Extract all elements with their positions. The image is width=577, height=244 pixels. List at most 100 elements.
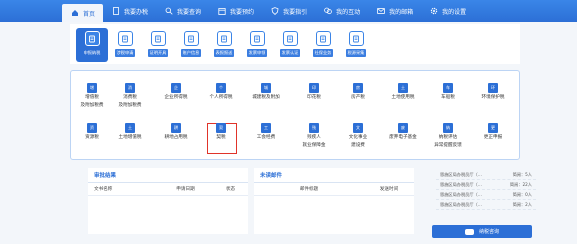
tax-type-label: 环境保护税 <box>481 95 505 100</box>
tab-item[interactable]: 社保业务 <box>307 28 339 62</box>
table-header: 文书名称 申请日期 状态 <box>88 183 248 196</box>
tax-type-icon: 废 <box>398 123 408 133</box>
tab-label: 申报纳税 <box>83 50 101 55</box>
tax-type-item[interactable]: 城城建税及附加 <box>247 83 285 103</box>
tab-icon <box>315 31 331 46</box>
list-item[interactable]: 恩施区局办税员厅（… 简阅：22人 <box>436 180 536 190</box>
nav-item-tax-handling[interactable]: 我要办税 <box>103 0 156 22</box>
tab-label: 发票申领 <box>246 49 268 57</box>
tax-type-item[interactable]: 纳纳税评估 异常提醒反馈 <box>429 123 467 149</box>
tax-type-item[interactable]: 环环境保护税 <box>474 83 512 103</box>
nav-item-settings[interactable]: 我的设置 <box>421 0 474 22</box>
calendar-icon <box>217 7 226 16</box>
consult-label: 纳税咨询 <box>478 229 499 235</box>
tab-icon <box>216 31 232 46</box>
mail-icon <box>376 7 385 16</box>
tax-type-sublabel: 建设费 <box>351 143 365 148</box>
tax-type-icon: 个 <box>216 83 226 93</box>
tab-item[interactable]: 发票申领 <box>241 28 273 62</box>
nav-label: 我要办税 <box>124 8 149 16</box>
tax-type-item[interactable]: 残残疾人 就业保障金 <box>295 123 333 149</box>
tax-type-icon: 更 <box>488 123 498 133</box>
tax-type-item[interactable]: 增增值税 及附加税费 <box>73 83 111 109</box>
section-title: 审批结果 <box>88 168 248 183</box>
tax-type-sublabel: 及附加税费 <box>118 103 142 108</box>
tab-label: 账户信息 <box>180 49 202 57</box>
tax-type-item[interactable]: 企企业所得税 <box>157 83 195 103</box>
tax-type-item[interactable]: 契契税 <box>202 123 240 143</box>
tab-item[interactable]: 涉税申请 <box>109 28 141 62</box>
tax-type-item[interactable]: 土土地使用税 <box>384 83 422 103</box>
column-header: 状态 <box>225 187 236 192</box>
list-item-count: 简阅：22人 <box>509 181 532 187</box>
nav-item-home[interactable]: 首页 <box>62 4 104 22</box>
tax-type-item[interactable]: 更更正申报 <box>474 123 512 143</box>
unread-mail-section: 未读邮件 邮件标题 发送时间 <box>254 168 414 234</box>
table-header: 邮件标题 发送时间 <box>254 183 414 196</box>
tax-type-icon: 纳 <box>443 123 453 133</box>
tab-item[interactable]: 发票认证 <box>274 28 306 62</box>
nav-label: 我的设置 <box>442 8 467 16</box>
tax-type-menu: 增增值税 及附加税费消消费税 及附加税费企企业所得税个个人所得税城城建税及附加印印花… <box>70 70 520 160</box>
notice-list: 恩施区局办税员厅（… 简阅：5人 恩施区局办税员厅（… 简阅：22人 恩施区局办税员厅（… <box>436 170 536 210</box>
tab-item[interactable]: 税源采集 <box>340 28 372 62</box>
tab-item[interactable]: 表报报送 <box>208 28 240 62</box>
tax-type-label: 消费税 <box>123 95 137 100</box>
nav-item-guide[interactable]: 我要指引 <box>262 0 315 22</box>
top-navigation: 首页 我要办税 我要查询 我要预约 我要指引 我的互动 我的邮箱 我的设置 <box>0 0 577 22</box>
tab-icon <box>249 31 265 46</box>
tax-type-label: 土地使用税 <box>391 95 415 100</box>
tax-type-sublabel: 就业保障金 <box>302 143 326 148</box>
list-item-count: 简阅：5人 <box>512 171 532 177</box>
tab-item[interactable]: 申报纳税 <box>76 28 108 62</box>
tax-type-icon: 契 <box>216 123 226 133</box>
tab-item[interactable]: 证明开具 <box>142 28 174 62</box>
tax-type-label: 房产税 <box>351 95 365 100</box>
tax-consult-button[interactable]: 纳税咨询 <box>432 225 532 238</box>
column-header: 申请日期 <box>176 187 195 192</box>
list-item-text: 恩施区局办税员厅（… <box>440 181 482 187</box>
search-icon <box>164 7 173 16</box>
list-item[interactable]: 恩施区局办税员厅（… 简阅：5人 <box>436 170 536 180</box>
tax-type-item[interactable]: 工工会经费 <box>247 123 285 143</box>
list-item[interactable]: 恩施区局办税员厅（… 简阅：2人 <box>436 200 536 210</box>
tax-type-item[interactable]: 个个人所得税 <box>202 83 240 103</box>
tax-type-label: 土地增值税 <box>118 135 142 140</box>
tax-type-label: 工会经费 <box>256 135 276 140</box>
nav-label: 我要预约 <box>230 8 255 16</box>
tax-type-icon: 残 <box>309 123 319 133</box>
tax-type-item[interactable]: 房房产税 <box>339 83 377 103</box>
tab-label: 社保业务 <box>312 49 334 57</box>
tax-type-sublabel: 及附加税费 <box>80 103 104 108</box>
column-header: 文书名称 <box>94 187 113 192</box>
tax-type-item[interactable]: 废废弃电子基金 <box>384 123 422 143</box>
tax-type-item[interactable]: 印印花税 <box>295 83 333 103</box>
tax-type-icon: 资 <box>87 123 97 133</box>
tax-type-label: 文化事业 <box>348 135 368 140</box>
tax-type-item[interactable]: 耕耕地占用税 <box>157 123 195 143</box>
list-item[interactable]: 恩施区局办税员厅（… 简阅：0人 <box>436 190 536 200</box>
tax-type-item[interactable]: 车车船税 <box>429 83 467 103</box>
nav-label: 我的邮箱 <box>389 8 414 16</box>
nav-item-appointment[interactable]: 我要预约 <box>209 0 262 22</box>
tab-item[interactable]: 账户信息 <box>175 28 207 62</box>
tax-type-item[interactable]: 土土地增值税 <box>111 123 149 143</box>
tax-type-item[interactable]: 消消费税 及附加税费 <box>111 83 149 109</box>
tax-type-label: 纳税评估 <box>438 135 458 140</box>
tax-type-icon: 土 <box>398 83 408 93</box>
tax-type-label: 契税 <box>216 135 226 140</box>
tax-type-icon: 文 <box>353 123 363 133</box>
nav-item-interaction[interactable]: 我的互动 <box>315 0 368 22</box>
tax-type-icon: 耕 <box>171 123 181 133</box>
tax-type-label: 残疾人 <box>307 135 321 140</box>
gear-icon <box>429 7 438 16</box>
tax-type-icon: 消 <box>125 83 135 93</box>
tab-label: 证明开具 <box>147 49 169 57</box>
nav-item-mailbox[interactable]: 我的邮箱 <box>368 0 421 22</box>
tax-type-icon: 城 <box>261 83 271 93</box>
tax-type-icon: 房 <box>353 83 363 93</box>
tax-type-item[interactable]: 资资源税 <box>73 123 111 143</box>
phone-icon <box>464 228 474 235</box>
nav-item-query[interactable]: 我要查询 <box>156 0 209 22</box>
tax-type-item[interactable]: 文文化事业 建设费 <box>339 123 377 149</box>
